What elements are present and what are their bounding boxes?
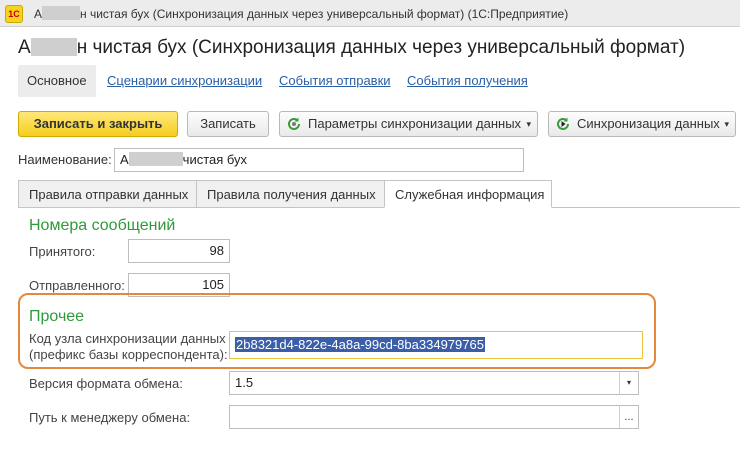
format-version-select[interactable]: 1.5 ▾ [229, 371, 639, 395]
chevron-down-icon[interactable]: ▾ [619, 372, 638, 394]
format-version-label: Версия формата обмена: [29, 376, 183, 391]
window-title-end: н чистая бух (Синхронизация данных через… [80, 7, 569, 21]
nav-receive-events[interactable]: События получения [407, 65, 528, 97]
sent-label: Отправленного: [29, 278, 125, 293]
sync-data-label: Синхронизация данных [577, 116, 720, 131]
sync-parameters-button[interactable]: Параметры синхронизации данных ▾ [279, 111, 538, 137]
redaction-mask [30, 38, 77, 56]
save-button[interactable]: Записать [187, 111, 269, 137]
save-and-close-button[interactable]: Записать и закрыть [18, 111, 178, 137]
nav-main[interactable]: Основное [18, 65, 96, 97]
page-title-start: А [18, 37, 31, 58]
message-numbers-heading: Номера сообщений [29, 217, 176, 234]
nav-send-events[interactable]: События отправки [279, 65, 391, 97]
chevron-down-icon: ▾ [724, 119, 729, 129]
page-title-end: н чистая бух (Синхронизация данных через… [76, 37, 686, 58]
window-title: Ан чистая бух (Синхронизация данных чере… [34, 6, 568, 21]
sync-node-code-field[interactable]: 2b8321d4-822e-4a8a-99cd-8ba334979765 [229, 331, 643, 359]
sync-node-code-value: 2b8321d4-822e-4a8a-99cd-8ba334979765 [235, 337, 485, 352]
exchange-manager-field[interactable]: ... [229, 405, 639, 429]
sync-node-code-label-line1: Код узла синхронизации данных [29, 331, 226, 346]
window-title-start: А [34, 7, 43, 21]
received-label: Принятого: [29, 244, 96, 259]
sync-node-code-label-line2: (префикс базы корреспондента): [29, 347, 228, 362]
sync-play-icon [557, 117, 569, 130]
name-field[interactable]: Ачистая бух [114, 148, 524, 172]
nav-sync-scenarios[interactable]: Сценарии синхронизации [107, 65, 262, 97]
redaction-mask [42, 6, 81, 20]
received-field[interactable]: 98 [128, 239, 230, 263]
exchange-manager-label: Путь к менеджеру обмена: [29, 410, 191, 425]
window-title-bar: 1С Ан чистая бух (Синхронизация данных ч… [0, 0, 740, 27]
sync-parameters-label: Параметры синхронизации данных [308, 116, 522, 131]
other-heading: Прочее [29, 308, 85, 325]
sync-data-button[interactable]: Синхронизация данных ▾ [548, 111, 736, 137]
name-value-start: А [120, 152, 129, 167]
app-logo-icon: 1С [5, 5, 23, 23]
tab-send-rules[interactable]: Правила отправки данных [18, 180, 197, 208]
format-version-value: 1.5 [235, 375, 254, 390]
tab-service-info[interactable]: Служебная информация [384, 180, 552, 208]
name-label: Наименование: [18, 152, 112, 167]
tab-receive-rules[interactable]: Правила получения данных [196, 180, 385, 208]
page-title: Ан чистая бух (Синхронизация данных чере… [18, 37, 685, 59]
browse-button[interactable]: ... [619, 406, 638, 428]
name-value-end: чистая бух [182, 152, 248, 167]
refresh-settings-icon [288, 117, 300, 130]
redaction-mask [128, 152, 183, 166]
chevron-down-icon: ▾ [526, 119, 531, 129]
